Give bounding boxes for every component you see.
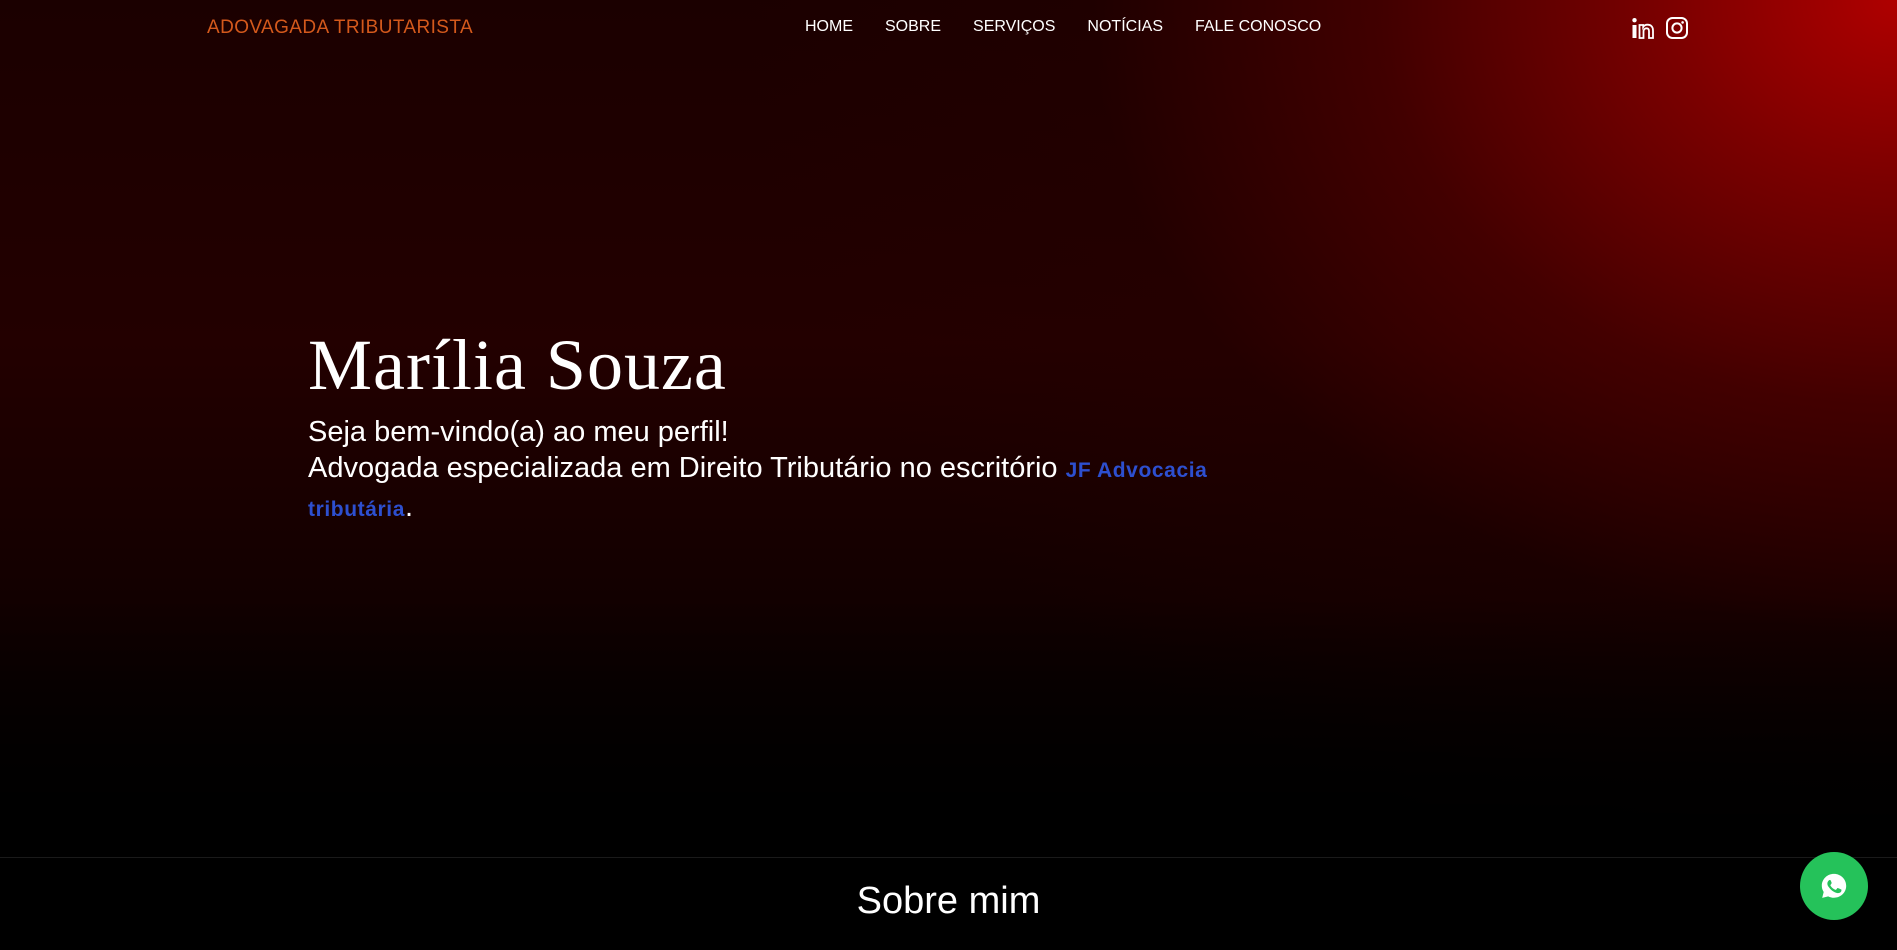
period-text: . bbox=[405, 491, 414, 523]
linkedin-icon[interactable] bbox=[1631, 16, 1655, 40]
brand-logo[interactable]: ADOVAGADA TRIBUTARISTA bbox=[207, 17, 473, 39]
whatsapp-icon bbox=[1821, 873, 1847, 898]
description-text: Advogada especializada em Direito Tribut… bbox=[308, 452, 1066, 484]
navbar: ADOVAGADA TRIBUTARISTA HOME SOBRE SERVIÇ… bbox=[0, 0, 1897, 56]
about-section: Sobre mim bbox=[0, 858, 1897, 950]
about-title: Sobre mim bbox=[856, 880, 1041, 922]
instagram-icon[interactable] bbox=[1665, 16, 1689, 40]
whatsapp-button[interactable] bbox=[1800, 852, 1868, 920]
social-links bbox=[1631, 16, 1689, 40]
page: ADOVAGADA TRIBUTARISTA HOME SOBRE SERVIÇ… bbox=[0, 0, 1897, 950]
nav-link-home[interactable]: HOME bbox=[805, 18, 853, 36]
nav-link-noticias[interactable]: NOTÍCIAS bbox=[1087, 18, 1163, 36]
nav-link-sobre[interactable]: SOBRE bbox=[885, 18, 941, 36]
hero-title: Marília Souza bbox=[308, 325, 727, 405]
nav-link-servicos[interactable]: SERVIÇOS bbox=[973, 18, 1055, 36]
hero-content: Marília Souza Seja bem-vindo(a) ao meu p… bbox=[308, 322, 1308, 528]
nav-link-fale-conosco[interactable]: FALE CONOSCO bbox=[1195, 18, 1321, 36]
welcome-text: Seja bem-vindo(a) ao meu perfil! bbox=[308, 416, 729, 448]
hero-intro: Seja bem-vindo(a) ao meu perfil! Advogad… bbox=[308, 414, 1308, 528]
nav-links: HOME SOBRE SERVIÇOS NOTÍCIAS FALE CONOSC… bbox=[805, 18, 1321, 36]
